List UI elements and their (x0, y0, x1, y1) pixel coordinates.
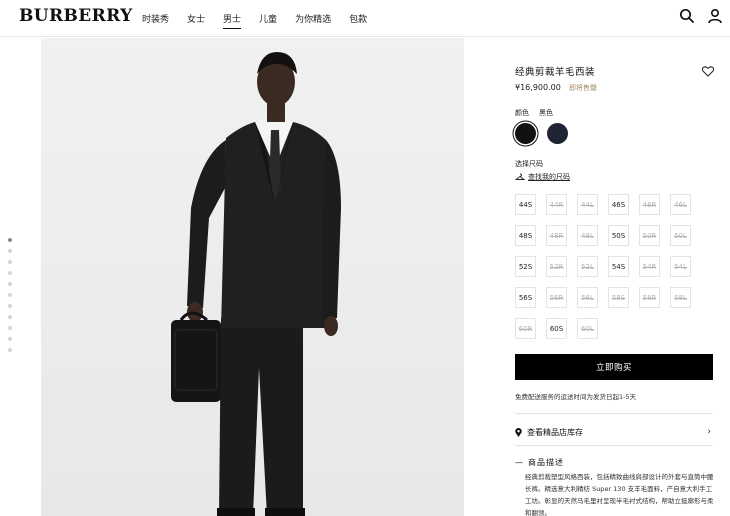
size-option-48s[interactable]: 48S (515, 225, 536, 246)
site-header: BURBERRY 时装秀 女士 男士 儿童 为你精选 包款 (0, 0, 730, 37)
size-option-56l: 56L (577, 287, 598, 308)
search-icon[interactable] (679, 8, 695, 24)
gallery-dot[interactable] (8, 293, 12, 297)
size-option-54r: 54R (639, 256, 660, 277)
product-title: 经典剪裁羊毛西装 (515, 67, 596, 78)
size-option-60r: 60R (515, 318, 536, 339)
model-in-suit-image (41, 38, 464, 516)
color-swatch-black[interactable] (515, 123, 536, 144)
size-select-title: 选择尺码 (515, 160, 543, 168)
divider (515, 413, 713, 414)
size-guide-label: 查找我的尺码 (528, 173, 570, 181)
size-option-58s: 58S (608, 287, 629, 308)
gallery-dot[interactable] (8, 271, 12, 275)
size-option-52r: 52R (546, 256, 567, 277)
size-option-56r: 56R (546, 287, 567, 308)
gallery-dot[interactable] (8, 249, 12, 253)
color-swatch-navy[interactable] (547, 123, 568, 144)
size-option-46r: 46R (639, 194, 660, 215)
user-icon[interactable] (707, 8, 723, 24)
minus-icon: — (515, 458, 524, 467)
main-nav: 时装秀 女士 男士 儿童 为你精选 包款 (142, 12, 385, 29)
brand-logo[interactable]: BURBERRY (19, 6, 133, 26)
chevron-right-icon: › (707, 427, 711, 437)
gallery-dot[interactable] (8, 337, 12, 341)
heart-icon[interactable] (702, 66, 714, 77)
size-option-54s[interactable]: 54S (608, 256, 629, 277)
gallery-dot[interactable] (8, 326, 12, 330)
size-option-48l: 48L (577, 225, 598, 246)
size-option-58l: 58L (670, 287, 691, 308)
nav-item-children[interactable]: 儿童 (259, 12, 277, 29)
nav-item-bags[interactable]: 包款 (349, 12, 367, 29)
size-option-46l: 46L (670, 194, 691, 215)
nav-item-runway[interactable]: 时装秀 (142, 12, 169, 29)
gallery-dot[interactable] (8, 260, 12, 264)
gallery-dot[interactable] (8, 315, 12, 319)
size-option-50s[interactable]: 50S (608, 225, 629, 246)
gallery-dot[interactable] (8, 238, 12, 242)
size-option-48r: 48R (546, 225, 567, 246)
size-option-58r: 58R (639, 287, 660, 308)
description-heading-label: 商品描述 (528, 458, 564, 467)
divider (515, 445, 713, 446)
nav-item-women[interactable]: 女士 (187, 12, 205, 29)
gallery-dot[interactable] (8, 282, 12, 286)
size-option-52s[interactable]: 52S (515, 256, 536, 277)
store-stock-link[interactable]: 查看精品店库存 › (515, 427, 713, 438)
size-option-44r: 44R (546, 194, 567, 215)
description-heading[interactable]: — 商品描述 (515, 457, 564, 468)
gallery-dot[interactable] (8, 348, 12, 352)
availability-badge: 即将售罄 (569, 84, 597, 92)
size-option-60l: 60L (577, 318, 598, 339)
description-body: 经典剪裁塑型风格西装，包括精致曲线肩部设计的外套与直筒中腰长裤。精选意大利精纺 … (525, 473, 714, 516)
selected-color-name: 黑色 (539, 109, 553, 117)
size-option-44l: 44L (577, 194, 598, 215)
nav-item-curated[interactable]: 为你精选 (295, 12, 331, 29)
color-label: 颜色 (515, 109, 529, 117)
product-price: ¥16,900.00 (515, 83, 561, 92)
size-option-56s[interactable]: 56S (515, 287, 536, 308)
location-pin-icon (515, 428, 522, 437)
gallery-dot[interactable] (8, 304, 12, 308)
size-guide-link[interactable]: 查找我的尺码 (515, 172, 570, 182)
hanger-icon (515, 173, 525, 180)
gallery-pagination (8, 238, 12, 352)
nav-item-men[interactable]: 男士 (223, 12, 242, 29)
store-stock-label: 查看精品店库存 (527, 428, 583, 437)
size-option-46s[interactable]: 46S (608, 194, 629, 215)
size-option-54l: 54L (670, 256, 691, 277)
size-option-44s[interactable]: 44S (515, 194, 536, 215)
buy-now-button[interactable]: 立即购买 (515, 354, 713, 380)
size-option-52l: 52L (577, 256, 598, 277)
shipping-note: 免费配送服务的运送时间为发货日起1-5天 (515, 393, 637, 401)
size-option-60s[interactable]: 60S (546, 318, 567, 339)
size-option-50l: 50L (670, 225, 691, 246)
size-option-50r: 50R (639, 225, 660, 246)
product-image (41, 38, 464, 516)
